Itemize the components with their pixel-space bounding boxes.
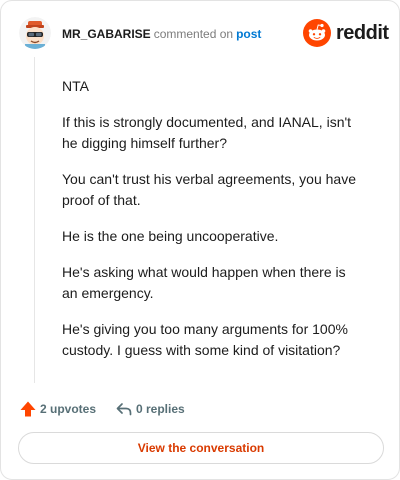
replies-count: 0 replies xyxy=(136,402,185,416)
comment-paragraph: NTA xyxy=(62,78,89,94)
snoo-avatar-icon[interactable] xyxy=(19,17,51,49)
comment-paragraph: He's asking what would happen when there… xyxy=(62,264,346,301)
upvote-arrow-icon xyxy=(20,401,36,417)
reddit-wordmark: reddit xyxy=(336,22,389,44)
comment-paragraph: He is the one being uncooperative. xyxy=(62,228,279,244)
upvotes-button[interactable]: 2 upvotes xyxy=(19,399,96,419)
post-link[interactable]: post xyxy=(236,27,261,41)
comment-header: MR_GABARISE commented on post reddit xyxy=(19,17,389,53)
commented-on-text: commented on xyxy=(153,27,234,41)
thread-line xyxy=(34,57,35,383)
view-conversation-button[interactable]: View the conversation xyxy=(18,432,384,464)
comment-embed-card: MR_GABARISE commented on post reddit NTA I… xyxy=(0,0,400,480)
comment-meta: MR_GABARISE commented on post xyxy=(62,27,261,41)
comment-body: NTA If this is strongly documented, and … xyxy=(62,76,362,376)
upvotes-count: 2 upvotes xyxy=(40,402,97,416)
reddit-logo-icon xyxy=(303,19,331,47)
reply-arrow-icon xyxy=(116,403,132,416)
comment-paragraph: If this is strongly documented, and IANA… xyxy=(62,114,352,151)
comment-paragraph: You can't trust his verbal agreements, y… xyxy=(62,171,356,208)
comment-paragraph: He's giving you too many arguments for 1… xyxy=(62,321,348,358)
replies-button[interactable]: 0 replies xyxy=(115,399,185,419)
username-link[interactable]: MR_GABARISE xyxy=(62,27,151,41)
